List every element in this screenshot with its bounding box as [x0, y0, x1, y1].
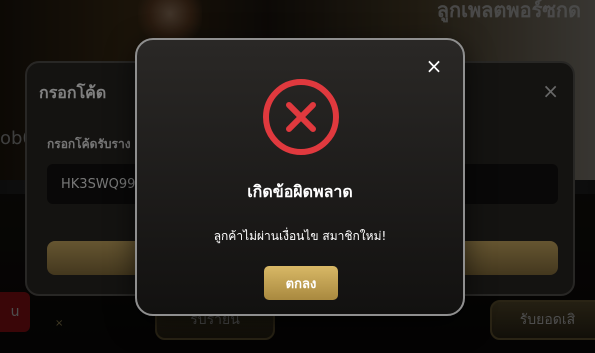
error-x-icon [263, 79, 339, 155]
error-message: ลูกค้าไม่ผ่านเงื่อนไข สมาชิกใหม่! [213, 229, 387, 243]
error-title: เกิดข้อผิดพลาด [247, 182, 353, 201]
error-modal: × เกิดข้อผิดพลาด ลูกค้าไม่ผ่านเงื่อนไข ส… [135, 38, 465, 316]
ok-button[interactable]: ตกลง [264, 266, 338, 300]
error-close-icon[interactable]: × [425, 56, 443, 76]
